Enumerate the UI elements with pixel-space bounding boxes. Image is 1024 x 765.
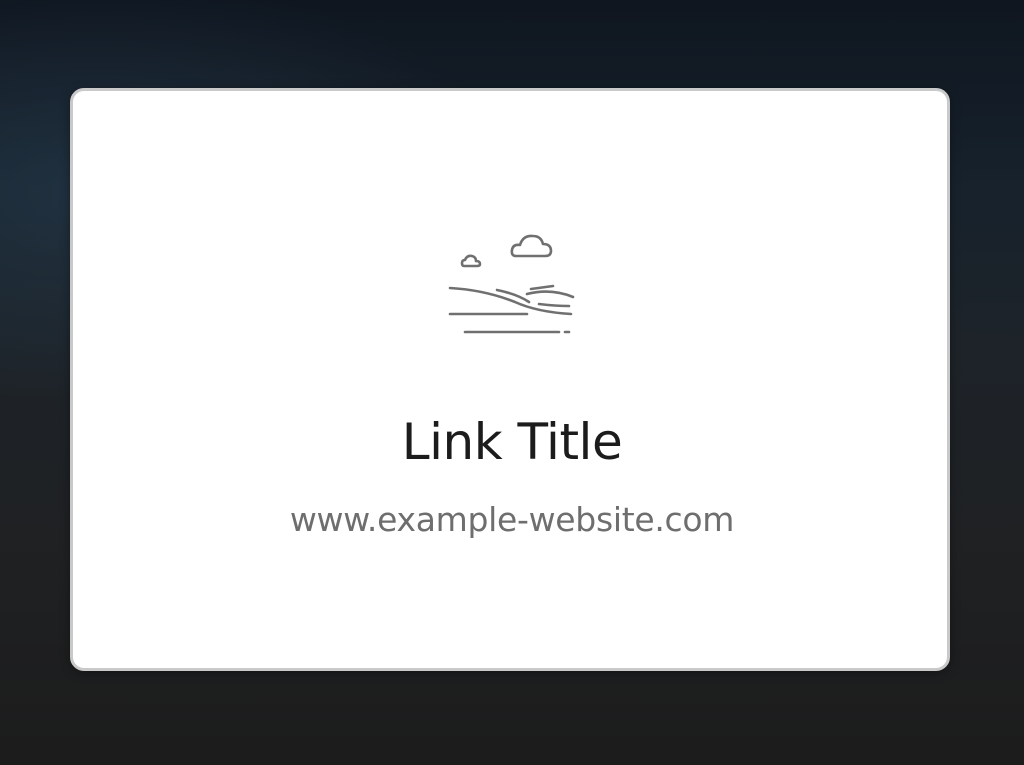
link-preview-card[interactable] (70, 88, 950, 671)
link-title[interactable]: Link Title (0, 412, 1024, 472)
landscape-placeholder-icon (445, 222, 579, 340)
link-url[interactable]: www.example-website.com (0, 500, 1024, 540)
